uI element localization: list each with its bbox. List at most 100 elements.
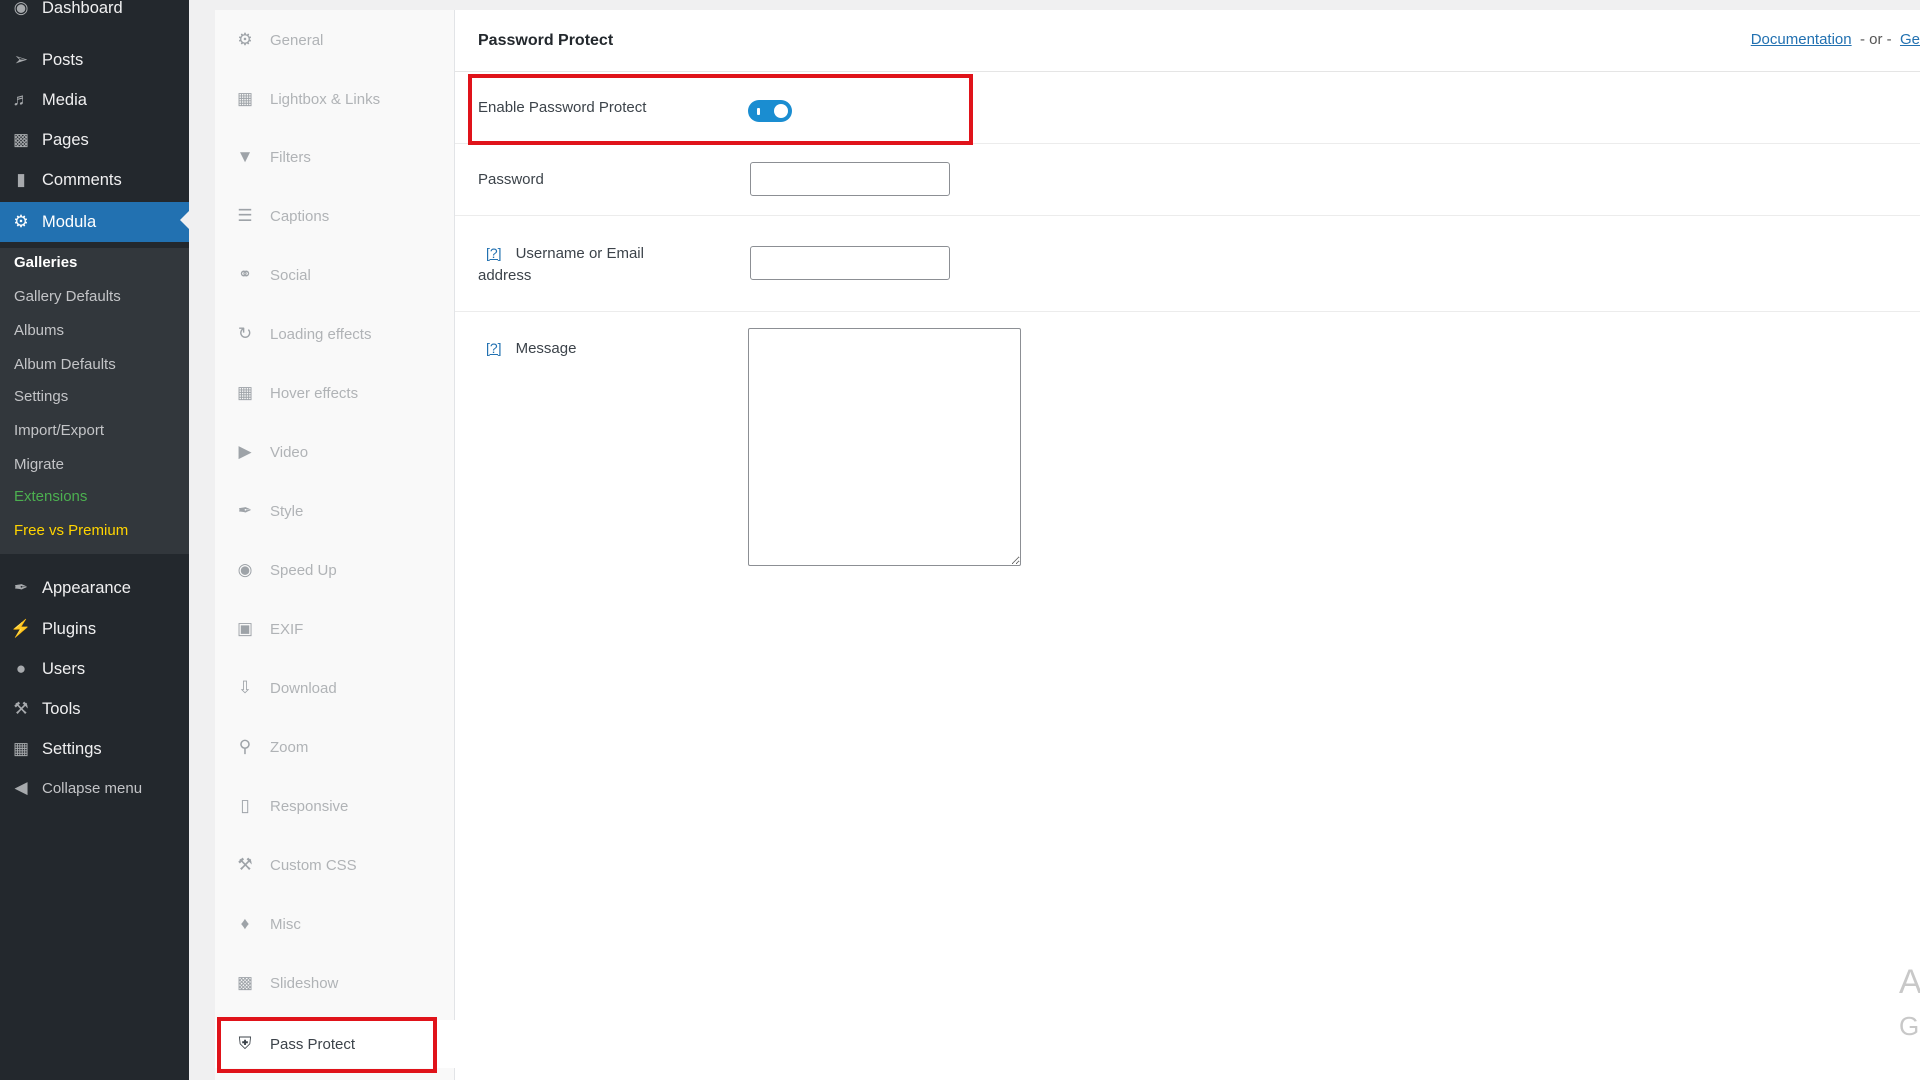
- tab-label: Slideshow: [270, 974, 339, 992]
- dashboard-icon: ◉: [237, 560, 253, 579]
- tab-label: Misc: [270, 915, 301, 933]
- dashboard-icon: ◉: [13, 0, 29, 17]
- help-icon[interactable]: [?]: [486, 340, 502, 356]
- tab-general[interactable]: ⚙ General: [215, 16, 455, 64]
- tab-label: Speed Up: [270, 561, 337, 579]
- tab-label: Zoom: [270, 738, 309, 756]
- wrench-icon: ⚒: [13, 699, 29, 718]
- tab-label: Download: [270, 679, 337, 697]
- submenu-migrate[interactable]: Migrate: [14, 456, 64, 473]
- submenu-free-vs-premium[interactable]: Free vs Premium: [14, 522, 128, 539]
- menu-item-modula[interactable]: ⚙ Modula: [0, 202, 189, 242]
- media-icon: ♬: [12, 90, 30, 109]
- menu-label: Plugins: [42, 619, 97, 638]
- video-icon: ▶: [238, 442, 252, 461]
- tab-captions[interactable]: ☰ Captions: [215, 192, 455, 240]
- get-link[interactable]: Ge: [1900, 31, 1920, 48]
- pin-icon: ➢: [13, 50, 29, 69]
- menu-label: Posts: [42, 50, 84, 69]
- submenu-gallery-defaults[interactable]: Gallery Defaults: [14, 288, 121, 305]
- tab-label: Hover effects: [270, 384, 359, 402]
- menu-label: Comments: [42, 170, 122, 189]
- tab-label: Loading effects: [270, 325, 372, 343]
- menu-item-posts[interactable]: ➢ Posts: [0, 42, 189, 78]
- tab-lightbox-links[interactable]: ▦ Lightbox & Links: [215, 75, 455, 123]
- password-input[interactable]: [750, 162, 950, 196]
- tab-misc[interactable]: ♦ Misc: [215, 900, 455, 948]
- admin-sidebar: ◉ Dashboard ➢ Posts ♬ Media ▩ Pages ▮ Co…: [0, 0, 189, 1080]
- tab-label: EXIF: [270, 620, 304, 638]
- submenu-settings[interactable]: Settings: [14, 388, 68, 405]
- header-links: Documentation - or - Ge: [1751, 31, 1920, 48]
- tab-exif[interactable]: ▣ EXIF: [215, 605, 455, 653]
- tab-hover-effects[interactable]: ▦ Hover effects: [215, 369, 455, 417]
- panel-header: Password Protect Documentation - or - Ge: [455, 10, 1920, 72]
- enable-label: Enable Password Protect: [478, 99, 647, 116]
- tab-responsive[interactable]: ▯ Responsive: [215, 782, 455, 830]
- username-row: [?] Username or Email address: [455, 216, 1920, 312]
- help-icon[interactable]: [?]: [486, 245, 502, 261]
- menu-item-tools[interactable]: ⚒ Tools: [0, 691, 189, 727]
- username-input[interactable]: [750, 246, 950, 280]
- collapse-icon: ◀: [14, 778, 28, 797]
- phone-icon: ▯: [240, 796, 250, 815]
- grid-icon: ▦: [236, 383, 254, 402]
- username-label: [?] Username or Email address: [478, 242, 644, 287]
- message-textarea[interactable]: [748, 328, 1021, 566]
- tab-zoom[interactable]: ⚲ Zoom: [215, 723, 455, 771]
- plug-icon: ⚡: [10, 619, 32, 638]
- submenu-import-export[interactable]: Import/Export: [14, 422, 104, 439]
- menu-label: Pages: [42, 130, 89, 149]
- menu-item-users[interactable]: ● Users: [0, 651, 189, 687]
- submenu-galleries[interactable]: Galleries: [14, 254, 77, 271]
- tab-slideshow[interactable]: ▩ Slideshow: [215, 959, 455, 1007]
- panel-title: Password Protect: [478, 32, 614, 49]
- documentation-link[interactable]: Documentation: [1751, 31, 1852, 48]
- menu-item-appearance[interactable]: ✒ Appearance: [0, 570, 189, 606]
- tab-label: Video: [270, 443, 309, 461]
- brush-icon: ✒: [237, 501, 253, 520]
- link-icon: ⚭: [237, 265, 253, 284]
- password-row: Password: [455, 144, 1920, 216]
- message-label: [?] Message: [478, 337, 576, 360]
- pages-icon: ▩: [12, 130, 30, 149]
- grid-icon: ▦: [236, 89, 254, 108]
- tab-filters[interactable]: ▼ Filters: [215, 133, 455, 181]
- brush-icon: ✒: [13, 578, 29, 597]
- images-icon: ▩: [236, 973, 254, 992]
- user-icon: ●: [15, 659, 27, 678]
- submenu-extensions[interactable]: Extensions: [14, 488, 87, 505]
- refresh-icon: ↻: [237, 324, 253, 343]
- search-icon: ⚲: [238, 737, 252, 756]
- tab-pass-protect[interactable]: ⛨ Pass Protect: [215, 1020, 455, 1068]
- modula-submenu: Galleries Gallery Defaults Albums Album …: [0, 248, 189, 554]
- tab-loading-effects[interactable]: ↻ Loading effects: [215, 310, 455, 358]
- submenu-albums[interactable]: Albums: [14, 322, 64, 339]
- watermark-line-1: A: [1899, 963, 1920, 1001]
- collapse-menu-button[interactable]: ◀ Collapse menu: [0, 770, 189, 806]
- tab-custom-css[interactable]: ⚒ Custom CSS: [215, 841, 455, 889]
- menu-item-dashboard[interactable]: ◉ Dashboard: [0, 0, 189, 26]
- comment-icon: ▮: [16, 170, 26, 189]
- tab-label: Lightbox & Links: [270, 90, 381, 108]
- enable-toggle[interactable]: [748, 100, 792, 122]
- username-label-line2: address: [478, 267, 532, 284]
- menu-item-comments[interactable]: ▮ Comments: [0, 162, 189, 198]
- menu-item-media[interactable]: ♬ Media: [0, 82, 189, 118]
- tab-style[interactable]: ✒ Style: [215, 487, 455, 535]
- tab-label: Pass Protect: [270, 1035, 356, 1053]
- menu-label: Tools: [42, 699, 81, 718]
- shield-icon: ⛨: [238, 1034, 252, 1053]
- menu-item-settings[interactable]: ▦ Settings: [0, 731, 189, 767]
- submenu-album-defaults[interactable]: Album Defaults: [14, 356, 116, 373]
- enable-row: Enable Password Protect: [455, 72, 1920, 144]
- gear-icon: ⚙: [237, 30, 253, 49]
- menu-item-plugins[interactable]: ⚡ Plugins: [0, 611, 189, 647]
- tab-video[interactable]: ▶ Video: [215, 428, 455, 476]
- tab-download[interactable]: ⇩ Download: [215, 664, 455, 712]
- tab-speed-up[interactable]: ◉ Speed Up: [215, 546, 455, 594]
- tab-social[interactable]: ⚭ Social: [215, 251, 455, 299]
- menu-label: Dashboard: [42, 0, 123, 17]
- menu-item-pages[interactable]: ▩ Pages: [0, 122, 189, 158]
- gear-icon: ⚙: [13, 212, 29, 231]
